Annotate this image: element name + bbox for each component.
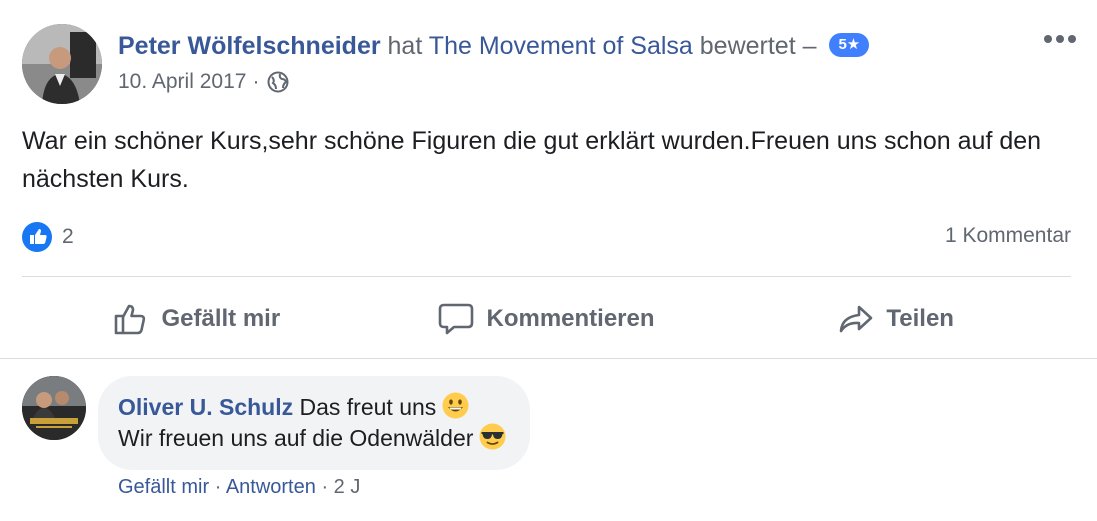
share-icon (840, 305, 873, 333)
page-name-link[interactable]: The Movement of Salsa (429, 32, 693, 60)
sunglasses-emoji (479, 423, 506, 450)
like-reaction-icon (22, 222, 52, 252)
divider (0, 358, 1097, 359)
post-text: War ein schöner Kurs,sehr schöne Figuren… (22, 127, 1042, 193)
commenter-name-link[interactable]: Oliver U. Schulz (118, 394, 293, 420)
author-avatar[interactable] (22, 24, 102, 104)
comment-line-2: Wir freuen uns auf die Odenwälder (118, 423, 506, 454)
globe-icon[interactable] (267, 71, 289, 93)
divider (22, 276, 1071, 277)
author-name-link[interactable]: Peter Wölfelschneider (118, 32, 381, 60)
grinning-emoji (442, 392, 469, 419)
post-date-link[interactable]: 10. April 2017 (118, 70, 246, 94)
review-post: Peter Wölfelschneider hat The Movement o… (0, 0, 1097, 521)
comment-text-1: Das freut uns (299, 394, 437, 420)
comment-line-1: Oliver U. Schulz Das freut uns (118, 392, 506, 423)
post-actions: Gefällt mir Kommentieren Teilen (22, 292, 1071, 346)
like-button-label: Gefällt mir (161, 305, 281, 332)
comment-actions: Gefällt mir · Antworten · 2 J (118, 476, 360, 499)
comment-like-link[interactable]: Gefällt mir (118, 476, 209, 498)
like-button[interactable]: Gefällt mir (22, 292, 372, 346)
comment-separator: · (321, 476, 329, 498)
comment-separator: · (214, 476, 222, 498)
share-button-label: Teilen (886, 305, 954, 332)
share-button[interactable]: Teilen (721, 292, 1071, 346)
post-meta: 10. April 2017 · (118, 70, 289, 94)
comment-reply-link[interactable]: Antworten (226, 476, 316, 498)
like-count: 2 (62, 225, 74, 248)
rating-badge: 5★ (829, 32, 870, 57)
more-icon[interactable] (1043, 32, 1077, 46)
comment-text-2: Wir freuen uns auf die Odenwälder (118, 425, 474, 451)
comment-bubble: Oliver U. Schulz Das freut uns Wir freue… (98, 376, 531, 470)
thumbs-up-icon (115, 304, 146, 335)
action-suffix: bewertet – (699, 32, 817, 60)
meta-separator: · (252, 70, 260, 93)
commenter-avatar[interactable] (22, 376, 86, 440)
comment-icon (439, 303, 474, 335)
post-header: Peter Wölfelschneider hat The Movement o… (118, 30, 870, 62)
reaction-summary[interactable]: 2 (22, 222, 74, 252)
action-prefix: hat (387, 32, 423, 60)
comment-button-label: Kommentieren (486, 305, 655, 332)
comment-button[interactable]: Kommentieren (372, 292, 722, 346)
comment-count-link[interactable]: 1 Kommentar (945, 224, 1071, 248)
comment-age[interactable]: 2 J (334, 476, 361, 498)
